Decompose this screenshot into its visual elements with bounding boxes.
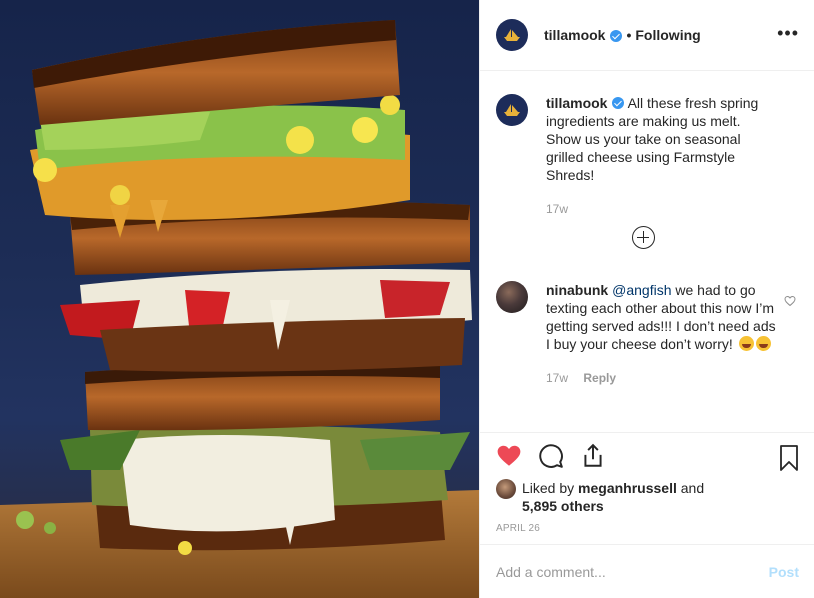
caption-body: tillamook All these fresh spring ingredi… bbox=[546, 94, 778, 218]
action-icons bbox=[496, 443, 606, 469]
commenter-avatar[interactable] bbox=[496, 281, 528, 313]
header-username[interactable]: tillamook bbox=[544, 27, 605, 43]
bookmark-icon[interactable] bbox=[779, 445, 799, 471]
heart-icon bbox=[497, 445, 521, 466]
tillamook-avatar[interactable] bbox=[496, 19, 528, 51]
comment-like-heart-icon[interactable] bbox=[784, 295, 796, 307]
likes-summary: Liked by meganhrussell and 5,895 others bbox=[496, 479, 704, 515]
share-arrow-icon bbox=[584, 443, 602, 467]
ship-logo-icon bbox=[504, 104, 520, 116]
instagram-post: tillamook • Following ••• tillamook All … bbox=[0, 0, 814, 598]
likes-prefix: Liked by bbox=[522, 480, 575, 496]
likes-others-count[interactable]: 5,895 others bbox=[522, 498, 604, 514]
comment-body: ninabunk @angfish we had to go texting e… bbox=[546, 281, 778, 387]
comment-username[interactable]: ninabunk bbox=[546, 282, 608, 298]
comment-icon[interactable] bbox=[538, 443, 564, 469]
likes-text: Liked by meganhrussell and 5,895 others bbox=[522, 479, 704, 515]
rofl-emoji-icon bbox=[738, 336, 754, 351]
grilled-cheese-stack-image bbox=[0, 20, 479, 598]
ship-logo-icon bbox=[504, 29, 520, 41]
reply-button[interactable]: Reply bbox=[583, 371, 616, 385]
liker-username[interactable]: meganhrussell bbox=[578, 480, 677, 496]
caption-username[interactable]: tillamook bbox=[546, 95, 607, 111]
caption-time[interactable]: 17w bbox=[546, 202, 568, 216]
comment-item: ninabunk @angfish we had to go texting e… bbox=[496, 281, 796, 387]
header-separator: • bbox=[626, 27, 632, 43]
following-button[interactable]: Following bbox=[635, 27, 700, 43]
verified-badge-icon bbox=[610, 30, 623, 42]
comment-time[interactable]: 17w bbox=[546, 371, 568, 385]
post-photo[interactable] bbox=[0, 0, 479, 598]
action-bar: Liked by meganhrussell and 5,895 others … bbox=[480, 432, 814, 544]
post-header: tillamook • Following ••• bbox=[480, 0, 814, 71]
caption-meta: 17w bbox=[546, 200, 778, 218]
joy-emoji-icon bbox=[755, 336, 771, 351]
caption: tillamook All these fresh spring ingredi… bbox=[496, 94, 796, 218]
liker-avatar[interactable] bbox=[496, 479, 516, 499]
share-icon[interactable] bbox=[580, 443, 606, 469]
comment-meta: 17w Reply bbox=[546, 369, 778, 387]
verified-badge-icon bbox=[612, 97, 625, 109]
comment-mention[interactable]: @angfish bbox=[612, 282, 671, 298]
post-comment-button[interactable]: Post bbox=[769, 564, 799, 580]
likes-and: and bbox=[680, 480, 705, 496]
comments-section[interactable]: tillamook All these fresh spring ingredi… bbox=[480, 72, 814, 432]
add-comment-bar: Post bbox=[480, 544, 814, 598]
speech-bubble-icon bbox=[539, 444, 563, 468]
more-options-icon[interactable]: ••• bbox=[777, 24, 799, 42]
post-date[interactable]: APRIL 26 bbox=[496, 523, 540, 534]
like-heart-icon[interactable] bbox=[496, 443, 522, 469]
add-comment-input[interactable] bbox=[496, 563, 769, 580]
caption-avatar[interactable] bbox=[496, 94, 528, 126]
load-more-comments-icon[interactable] bbox=[632, 226, 655, 249]
post-side-panel: tillamook • Following ••• tillamook All … bbox=[479, 0, 814, 598]
